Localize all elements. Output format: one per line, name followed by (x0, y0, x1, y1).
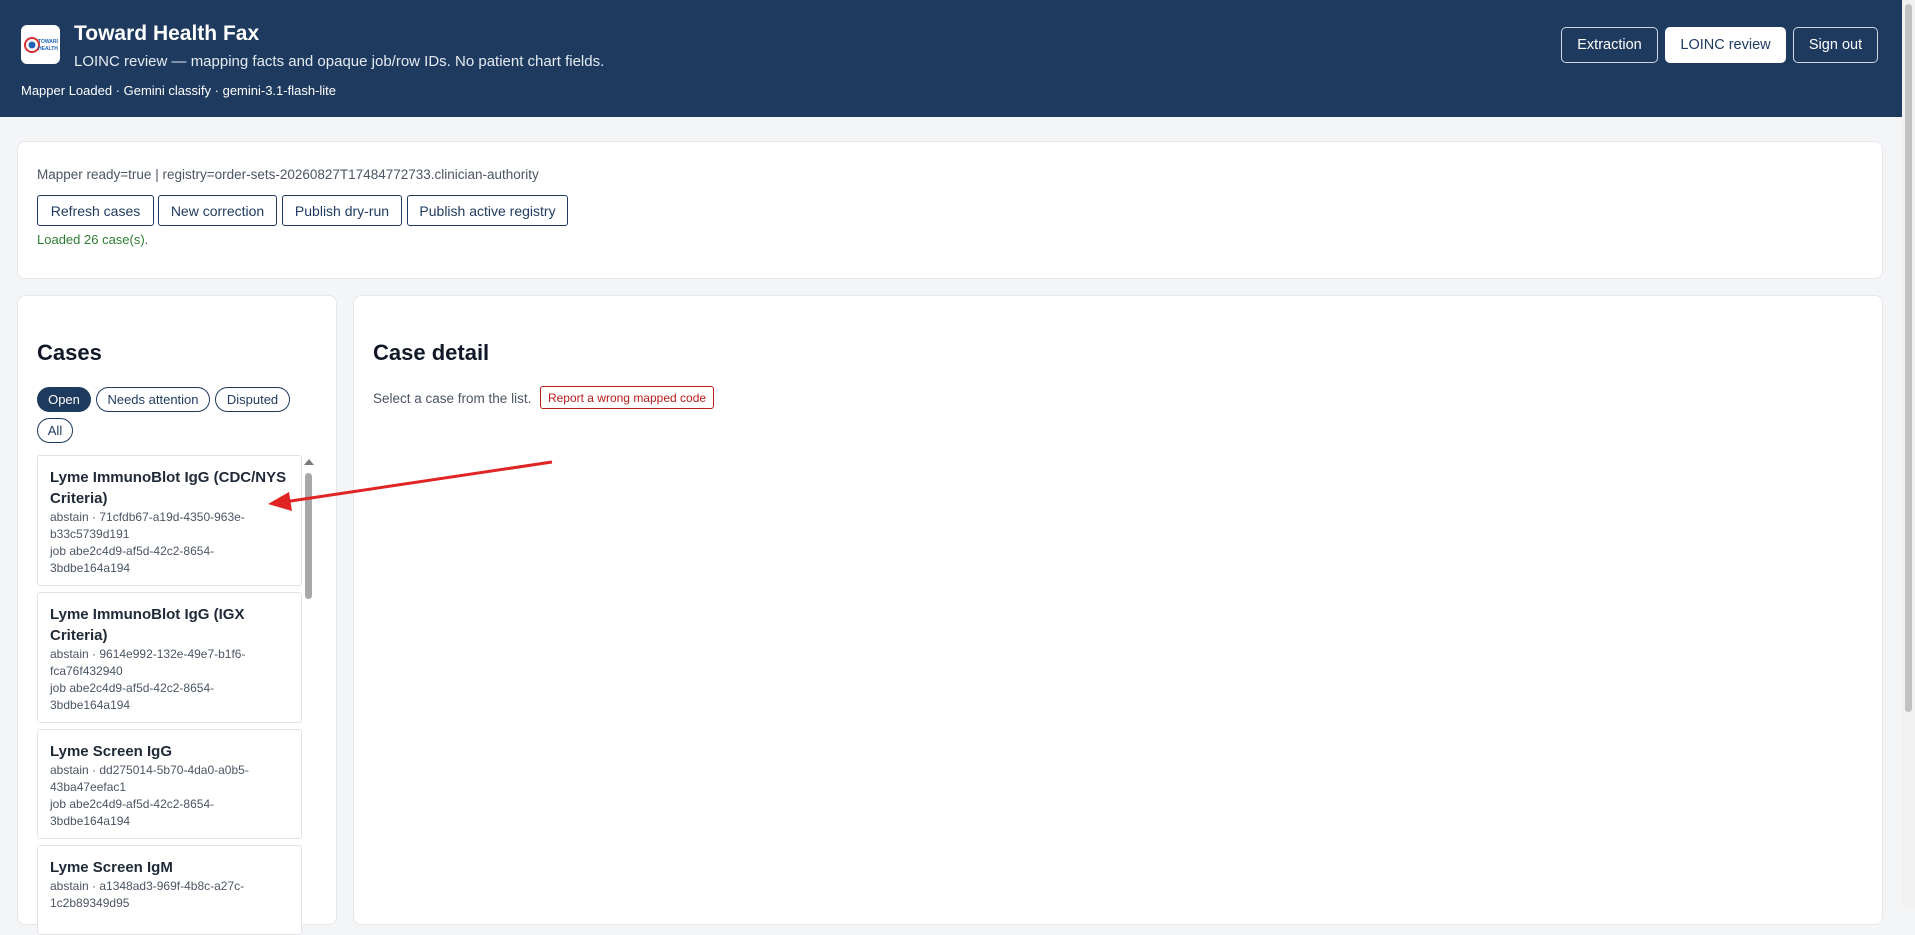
annotation-arrow-icon (268, 460, 553, 511)
